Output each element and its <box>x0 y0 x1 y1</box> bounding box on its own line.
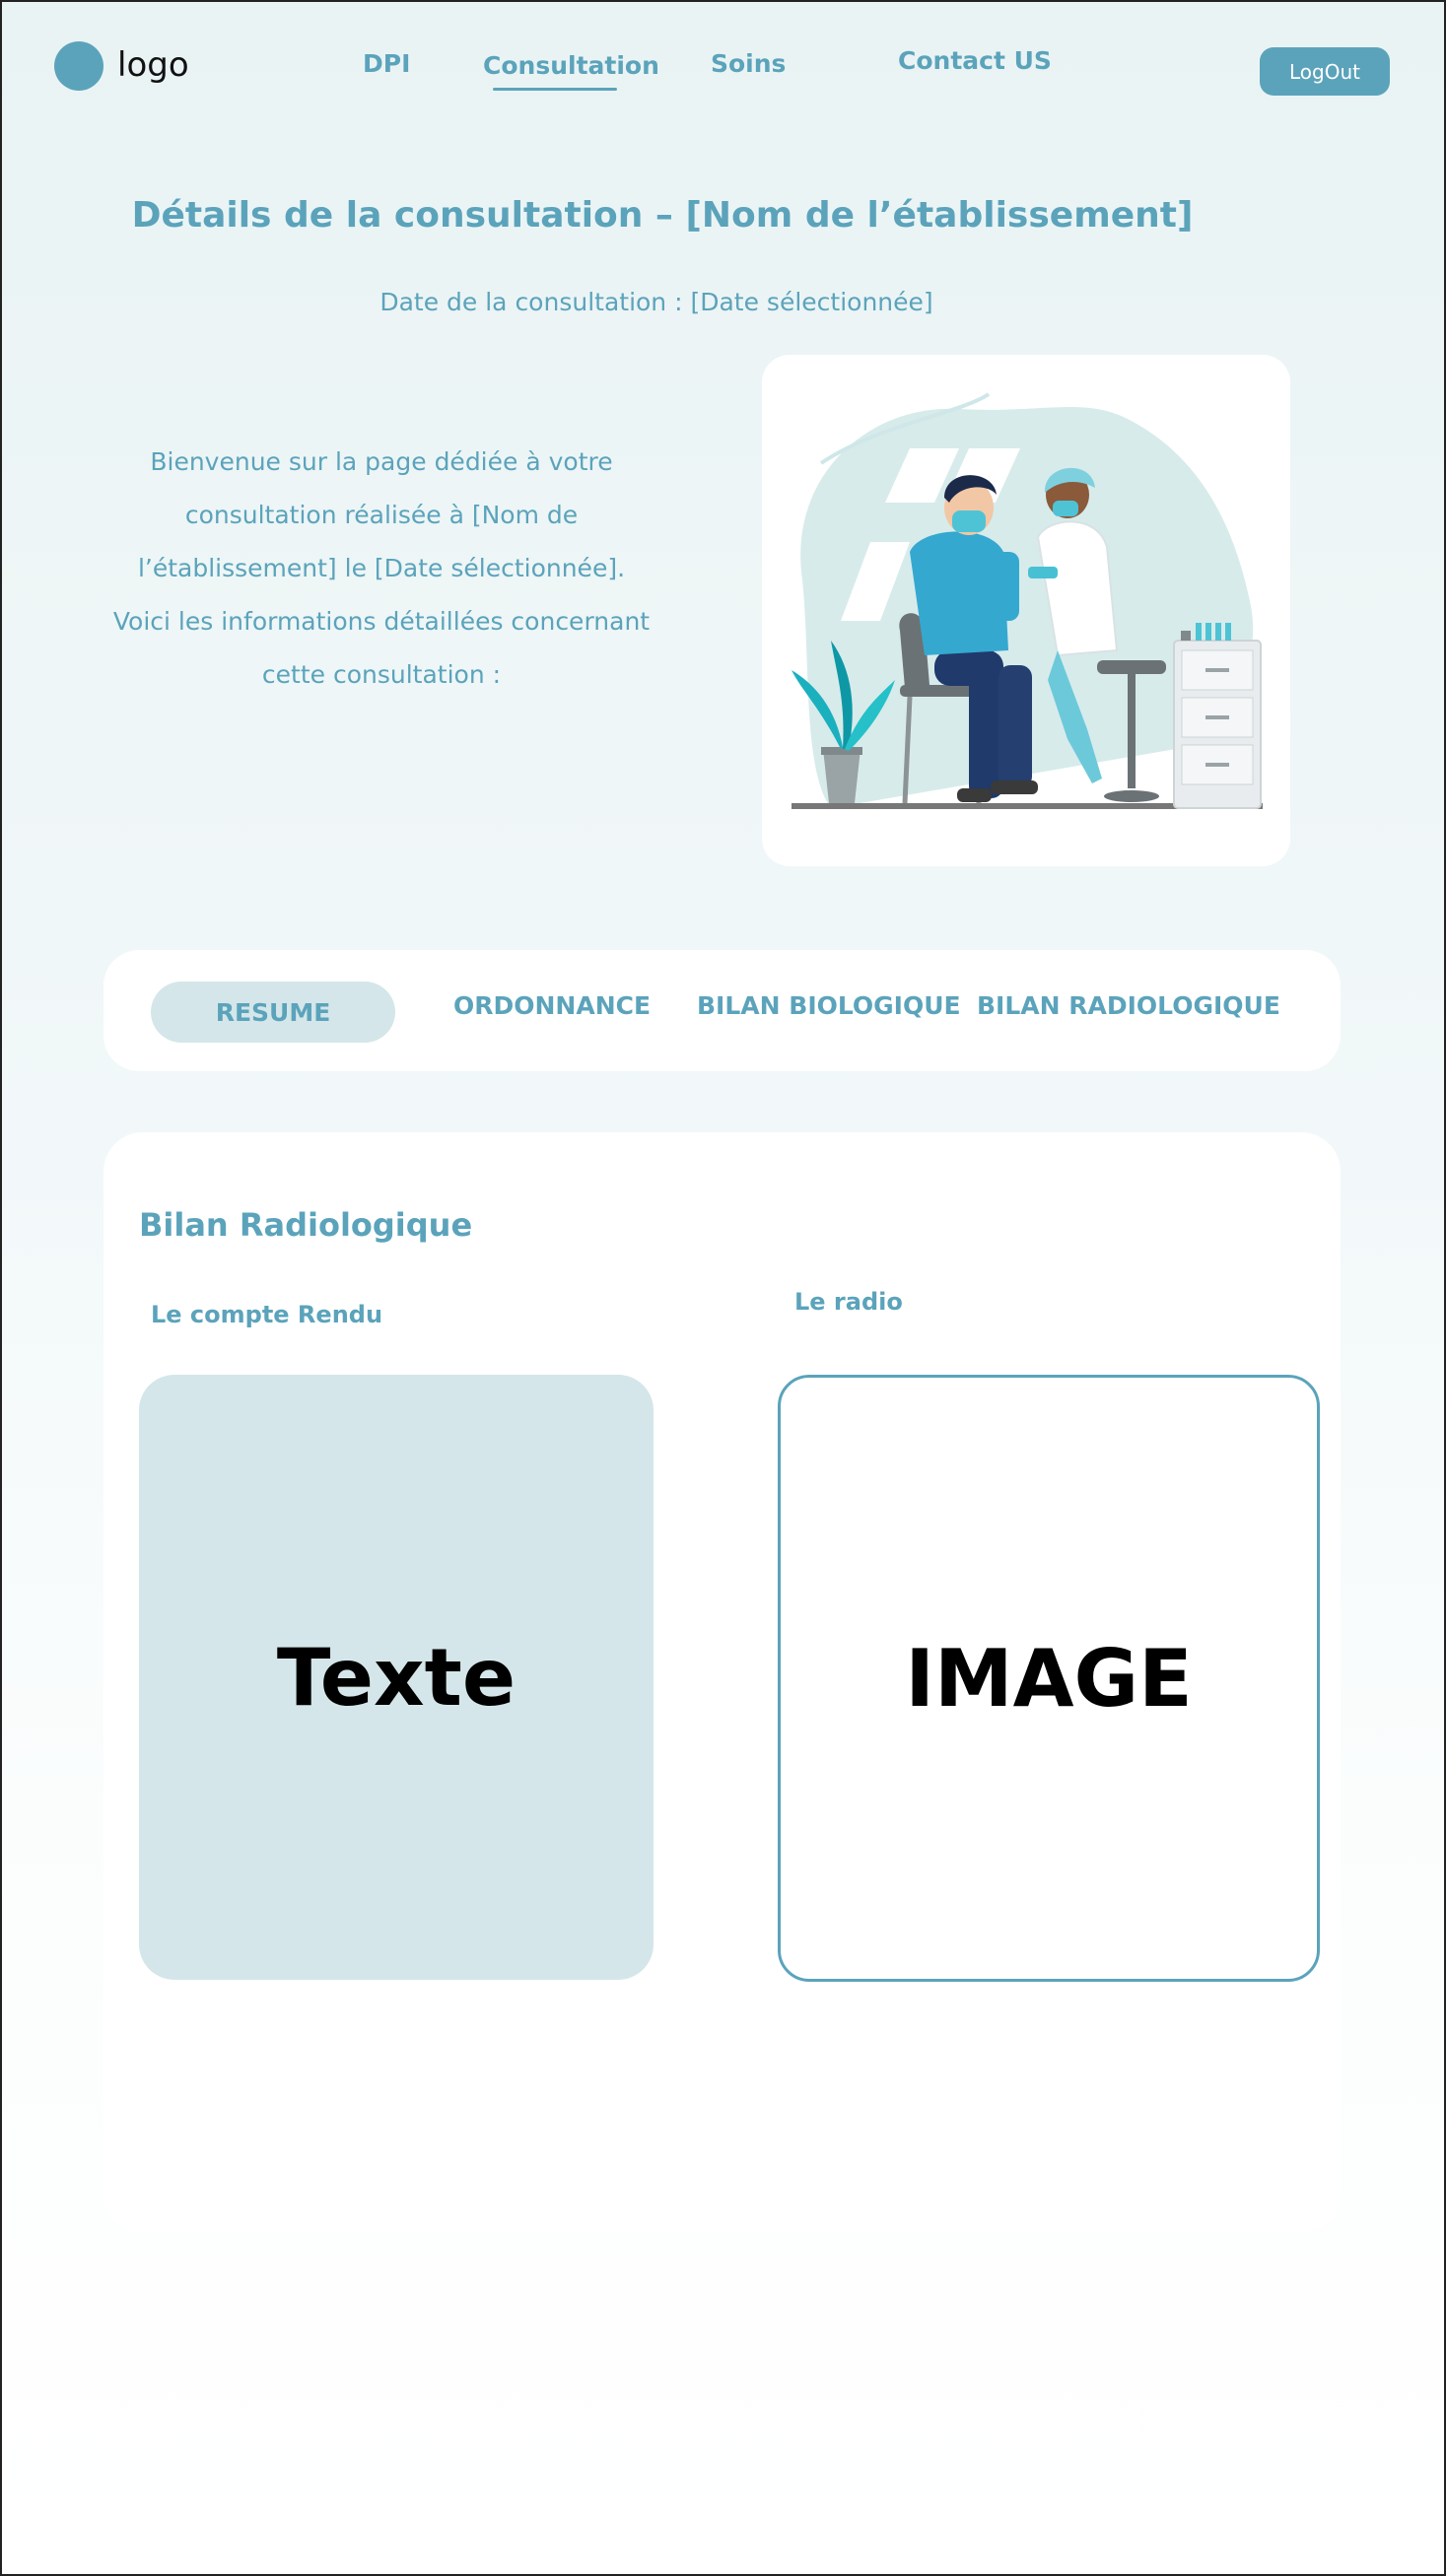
tab-bilan-radiologique[interactable]: BILAN RADIOLOGIQUE <box>977 991 1280 1020</box>
report-label: Le compte Rendu <box>151 1301 383 1328</box>
radio-label: Le radio <box>794 1288 903 1316</box>
nav-link-contact-us[interactable]: Contact US <box>898 46 1052 75</box>
intro-line: Voici les informations détaillées concer… <box>112 607 651 636</box>
image-placeholder: IMAGE <box>905 1632 1193 1725</box>
tab-resume[interactable]: RESUME <box>151 982 395 1043</box>
logo-circle-icon[interactable] <box>54 41 103 91</box>
illustration-card <box>762 355 1290 866</box>
consultation-date: Date de la consultation : [Date sélectio… <box>379 288 933 316</box>
vaccination-illustration <box>792 392 1263 809</box>
tab-bilan-biologique[interactable]: BILAN BIOLOGIQUE <box>697 991 961 1020</box>
intro-line: Bienvenue sur la page dédiée à votre <box>150 447 613 476</box>
report-text-box[interactable]: Texte <box>139 1375 654 1980</box>
logout-button[interactable]: LogOut <box>1260 47 1390 96</box>
intro-line: consultation réalisée à [Nom de <box>184 501 579 529</box>
intro-line: l’établissement] le [Date sélectionnée]. <box>137 554 626 582</box>
nav-link-soins[interactable]: Soins <box>711 49 786 78</box>
nav-active-underline <box>493 88 617 91</box>
nav-link-consultation[interactable]: Consultation <box>483 51 659 80</box>
intro-line: cette consultation : <box>261 660 502 689</box>
intro-text: Bienvenue sur la page dédiée à votre con… <box>101 436 662 702</box>
tab-ordonnance[interactable]: ORDONNANCE <box>453 991 651 1020</box>
nav-link-dpi[interactable]: DPI <box>363 49 410 78</box>
page-title: Détails de la consultation – [Nom de l’é… <box>131 195 1194 236</box>
report-placeholder: Texte <box>276 1631 516 1724</box>
section-title: Bilan Radiologique <box>139 1206 473 1244</box>
radio-image-box[interactable]: IMAGE <box>778 1375 1320 1982</box>
logo-text[interactable]: logo <box>117 45 189 85</box>
